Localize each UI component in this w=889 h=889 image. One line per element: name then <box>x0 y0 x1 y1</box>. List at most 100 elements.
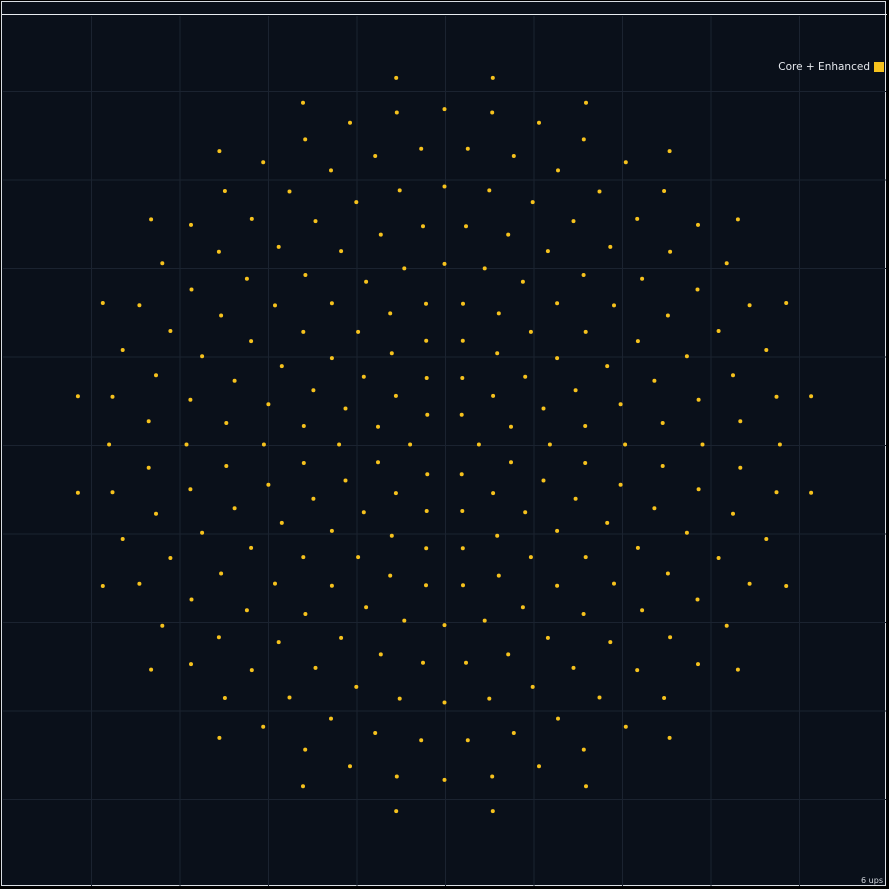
data-point <box>394 809 399 814</box>
data-point <box>495 533 500 538</box>
data-point <box>495 351 500 356</box>
data-point <box>276 640 281 645</box>
data-point <box>731 373 735 378</box>
data-point <box>490 809 495 814</box>
data-point <box>149 667 154 672</box>
data-point <box>696 222 700 227</box>
data-point <box>424 583 428 588</box>
data-point <box>249 545 254 550</box>
data-point <box>735 667 740 672</box>
data-point <box>154 511 158 516</box>
data-point <box>419 146 424 151</box>
data-point <box>149 217 154 222</box>
data-point <box>667 149 672 154</box>
data-point <box>397 696 402 701</box>
data-point <box>373 731 378 735</box>
data-point <box>232 378 237 383</box>
data-point <box>343 406 348 411</box>
data-point <box>496 311 501 316</box>
data-point <box>329 528 334 533</box>
data-point <box>608 244 613 249</box>
data-point <box>583 424 588 428</box>
data-point <box>545 249 550 254</box>
data-point <box>313 665 318 670</box>
data-point <box>809 490 814 495</box>
data-point <box>154 373 158 378</box>
data-point <box>465 146 470 151</box>
data-point <box>402 266 407 271</box>
data-point <box>695 597 700 602</box>
data-point <box>612 303 616 308</box>
data-point <box>605 364 610 369</box>
data-point <box>541 406 546 411</box>
data-point <box>684 530 689 535</box>
data-point <box>545 635 550 640</box>
data-point <box>555 301 560 306</box>
data-point <box>137 303 142 308</box>
data-point <box>547 442 552 447</box>
data-point <box>356 555 361 560</box>
data-point <box>459 412 464 417</box>
data-point <box>376 460 380 465</box>
data-point <box>523 510 528 515</box>
data-point <box>216 249 221 254</box>
data-point <box>784 301 789 305</box>
data-point <box>537 764 541 769</box>
data-point <box>623 160 628 165</box>
data-point <box>662 189 667 193</box>
data-point <box>738 465 743 470</box>
data-point <box>200 530 205 535</box>
legend[interactable]: Core + Enhanced <box>778 61 884 73</box>
data-point <box>311 388 316 393</box>
data-point <box>222 696 227 700</box>
data-point <box>376 424 380 429</box>
data-point <box>528 329 533 334</box>
data-point <box>696 662 700 667</box>
data-point <box>809 394 814 399</box>
legend-label: Core + Enhanced <box>778 61 870 73</box>
legend-swatch <box>874 62 884 72</box>
data-point <box>490 774 495 779</box>
data-point <box>635 339 640 344</box>
data-point <box>217 735 222 740</box>
data-point <box>735 217 740 222</box>
data-point <box>635 545 640 550</box>
data-point <box>146 465 151 470</box>
data-point <box>303 137 308 142</box>
data-point <box>774 490 779 495</box>
data-point <box>668 635 673 640</box>
data-point <box>354 684 359 689</box>
data-point <box>361 510 366 515</box>
data-point <box>393 491 398 496</box>
data-point <box>219 571 224 576</box>
data-point <box>652 378 657 383</box>
scatter-plot[interactable] <box>0 0 889 889</box>
data-point <box>329 716 333 721</box>
data-point <box>301 461 306 465</box>
data-point <box>287 695 292 700</box>
data-point <box>424 301 428 306</box>
data-point <box>266 482 271 487</box>
data-point <box>581 747 586 752</box>
data-point <box>424 338 429 343</box>
data-point <box>356 329 361 334</box>
data-point <box>424 509 429 513</box>
data-point <box>696 487 701 492</box>
data-point <box>487 188 492 193</box>
data-point <box>189 287 194 292</box>
data-point <box>219 313 224 318</box>
data-point <box>583 555 588 560</box>
data-point <box>184 442 189 447</box>
data-point <box>301 784 305 789</box>
grid-lines <box>3 16 886 886</box>
data-point <box>696 397 701 402</box>
data-point <box>640 608 645 613</box>
data-point <box>511 154 516 158</box>
data-point <box>597 189 602 194</box>
data-point <box>402 618 407 623</box>
data-point <box>442 700 447 705</box>
data-point <box>301 424 306 428</box>
data-point <box>339 249 344 254</box>
data-point <box>313 219 318 224</box>
data-point <box>160 261 165 266</box>
